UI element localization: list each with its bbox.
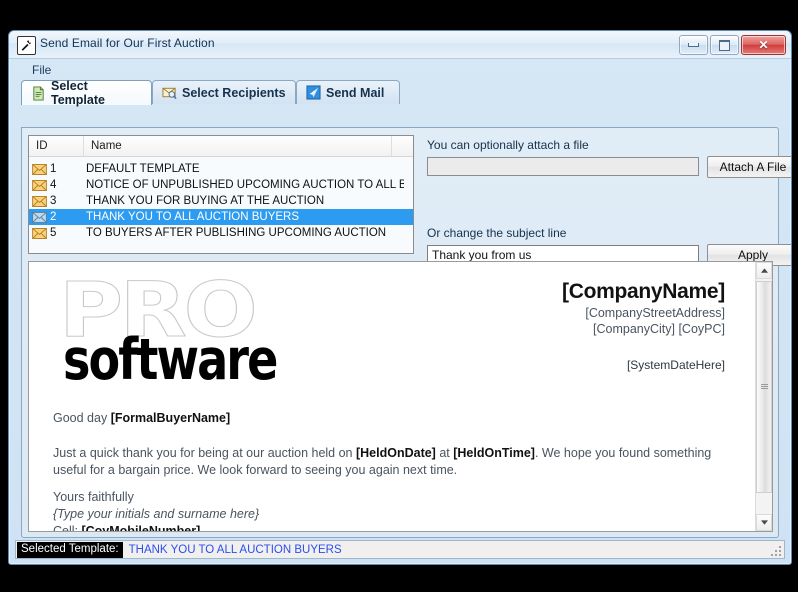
- attachment-and-subject-form: You can optionally attach a file Attach …: [425, 135, 791, 266]
- table-row[interactable]: 5 TO BUYERS AFTER PUBLISHING UPCOMING AU…: [29, 225, 413, 241]
- close-button[interactable]: ✕: [741, 35, 786, 55]
- template-list[interactable]: ID Name 1 DEFAULT TEMPLATE 4 NOTICE OF U…: [28, 135, 414, 254]
- table-row[interactable]: 1 DEFAULT TEMPLATE: [29, 161, 413, 177]
- cell-label: Cell:: [53, 524, 82, 531]
- held-on-time-field: [HeldOnTime]: [453, 446, 535, 460]
- row-id-cell: 4: [29, 179, 84, 191]
- tab-select-template[interactable]: Select Template: [21, 79, 152, 107]
- row-id-cell: 1: [29, 163, 84, 175]
- scrollbar-track[interactable]: [756, 279, 772, 514]
- chevron-down-icon: [760, 520, 768, 525]
- menu-bar: File: [9, 59, 791, 80]
- resize-grip-icon[interactable]: [770, 545, 781, 556]
- closing-text: Yours faithfully: [53, 490, 134, 504]
- row-id-text: 5: [50, 227, 57, 239]
- subject-line-label: Or change the subject line: [427, 226, 567, 240]
- tab-label-send-mail: Send Mail: [326, 85, 385, 100]
- title-bar[interactable]: Send Email for Our First Auction ✕: [9, 31, 791, 59]
- window-controls: ✕: [679, 35, 786, 55]
- column-header-extra[interactable]: [392, 136, 413, 156]
- maximize-icon: [719, 39, 730, 51]
- row-id-text: 3: [50, 195, 57, 207]
- desktop-background: Send Email for Our First Auction ✕ File: [0, 0, 798, 592]
- held-on-date-field: [HeldOnDate]: [355, 446, 436, 460]
- tab-send-mail[interactable]: Send Mail: [296, 80, 400, 104]
- tab-label-select-template: Select Template: [51, 79, 105, 107]
- row-name-cell: DEFAULT TEMPLATE: [86, 163, 200, 175]
- envelope-icon: [32, 163, 47, 175]
- row-name-cell: THANK YOU TO ALL AUCTION BUYERS: [86, 211, 300, 223]
- email-company-block: [CompanyName] [CompanyStreetAddress] [Co…: [562, 280, 725, 372]
- scroll-down-button[interactable]: [756, 514, 772, 531]
- preview-vertical-scrollbar[interactable]: [755, 262, 772, 531]
- minimize-button[interactable]: [679, 35, 708, 55]
- greeting-text: Good day: [53, 411, 111, 425]
- status-bar: Selected Template: THANK YOU TO ALL AUCT…: [15, 540, 785, 559]
- company-city-field: [CompanyCity] [CoyPC]: [593, 322, 725, 336]
- table-row[interactable]: 4 NOTICE OF UNPUBLISHED UPCOMING AUCTION…: [29, 177, 413, 193]
- attach-file-button[interactable]: Attach A File: [707, 156, 791, 178]
- row-id-text: 2: [50, 211, 57, 223]
- envelope-icon: [32, 211, 47, 223]
- table-row[interactable]: 3 THANK YOU FOR BUYING AT THE AUCTION: [29, 193, 413, 209]
- signature-hint-text: {Type your initials and surname here}: [53, 507, 260, 521]
- envelope-search-icon: [162, 85, 177, 100]
- attach-file-label: You can optionally attach a file: [427, 138, 589, 152]
- row-id-text: 1: [50, 163, 57, 175]
- menu-item-file[interactable]: File: [27, 62, 56, 78]
- attach-file-input[interactable]: [427, 157, 699, 176]
- row-id-cell: 3: [29, 195, 84, 207]
- logo-text-software: software: [63, 327, 278, 394]
- company-street-field: [CompanyStreetAddress]: [585, 306, 725, 320]
- cell-merge-field: [CoyMobileNumber]: [81, 524, 201, 531]
- row-name-cell: NOTICE OF UNPUBLISHED UPCOMING AUCTION T…: [86, 179, 404, 191]
- envelope-icon: [32, 179, 47, 191]
- chevron-up-icon: [760, 268, 768, 273]
- body-text-b: at: [435, 446, 454, 460]
- row-name-cell: TO BUYERS AFTER PUBLISHING UPCOMING AUCT…: [86, 227, 387, 239]
- cell-line: Cell: [CoyMobileNumber]: [53, 523, 259, 531]
- email-greeting: Good day [FormalBuyerName]: [53, 410, 725, 427]
- envelope-icon: [32, 227, 47, 239]
- template-list-rows: 1 DEFAULT TEMPLATE 4 NOTICE OF UNPUBLISH…: [29, 157, 413, 241]
- row-name-cell: THANK YOU FOR BUYING AT THE AUCTION: [86, 195, 325, 207]
- system-date-field: [SystemDateHere]: [626, 358, 725, 372]
- row-id-text: 4: [50, 179, 57, 191]
- email-preview-content: PRO software [CompanyName] [CompanyStree…: [29, 262, 755, 531]
- minimize-icon: [688, 43, 699, 47]
- body-text-a: Just a quick thank you for being at our …: [53, 446, 356, 460]
- row-id-cell: 5: [29, 227, 84, 239]
- column-header-id[interactable]: ID: [29, 136, 84, 156]
- tools-icon: [17, 36, 36, 55]
- maximize-button[interactable]: [710, 35, 739, 55]
- template-list-header: ID Name: [29, 136, 413, 157]
- status-label: Selected Template:: [17, 541, 123, 558]
- email-signature: Yours faithfully {Type your initials and…: [53, 489, 259, 531]
- greeting-merge-field: [FormalBuyerName]: [110, 411, 231, 425]
- column-header-name[interactable]: Name: [84, 136, 392, 156]
- status-value: THANK YOU TO ALL AUCTION BUYERS: [128, 543, 342, 556]
- email-body: Good day [FormalBuyerName] Just a quick …: [53, 410, 725, 497]
- company-name-field: [CompanyName]: [562, 280, 725, 303]
- email-preview-pane[interactable]: PRO software [CompanyName] [CompanyStree…: [28, 261, 773, 532]
- send-arrow-icon: [306, 85, 321, 100]
- envelope-icon: [32, 195, 47, 207]
- scroll-up-button[interactable]: [756, 262, 772, 279]
- row-id-cell: 2: [29, 211, 84, 223]
- scrollbar-grip-icon: [761, 383, 768, 391]
- pro-software-logo: PRO software: [58, 271, 278, 389]
- tab-label-select-recipients: Select Recipients: [182, 85, 286, 100]
- tab-select-recipients[interactable]: Select Recipients: [152, 80, 296, 104]
- scrollbar-thumb[interactable]: [756, 281, 772, 493]
- email-paragraph-1: Just a quick thank you for being at our …: [53, 445, 725, 479]
- application-window: Send Email for Our First Auction ✕ File: [8, 30, 792, 565]
- window-title: Send Email for Our First Auction: [40, 36, 215, 50]
- tab-page-select-template: ID Name 1 DEFAULT TEMPLATE 4 NOTICE OF U…: [21, 127, 791, 538]
- tab-strip: Select Template Select Recipients Send M…: [21, 79, 779, 107]
- document-icon: [31, 85, 46, 101]
- table-row-selected[interactable]: 2 THANK YOU TO ALL AUCTION BUYERS: [29, 209, 413, 225]
